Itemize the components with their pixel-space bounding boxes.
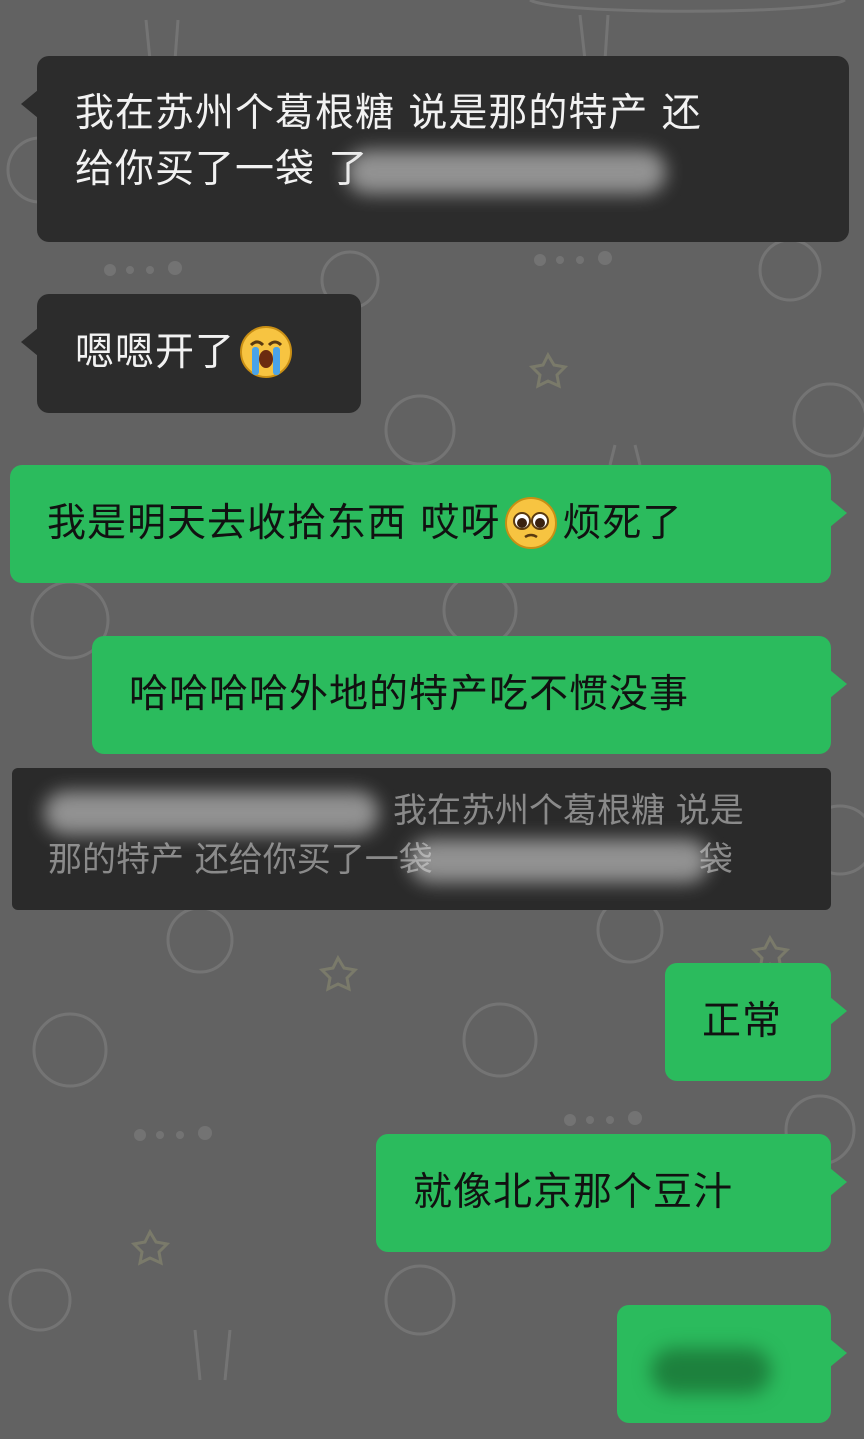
- message-text: 正常: [702, 999, 783, 1044]
- redacted-text-blur: [651, 1347, 771, 1394]
- message-text: 烦死了: [562, 501, 683, 546]
- message-text-line: 给你买了一袋 了: [75, 142, 849, 198]
- outgoing-message-bubble[interactable]: 哈哈哈哈外地的特产吃不惯没事: [92, 636, 847, 754]
- outgoing-message-bubble[interactable]: 正常: [665, 963, 847, 1081]
- redacted-text-blur: [346, 149, 667, 194]
- message-text: 哈哈哈哈外地的特产吃不惯没事: [129, 672, 690, 717]
- quote-line: 那的特产 还给你买了一袋袋: [12, 837, 831, 883]
- incoming-message-bubble[interactable]: 我在苏州个葛根糖 说是那的特产 还 给你买了一袋 了: [21, 56, 849, 242]
- quote-text: 我在苏州个葛根糖 说是: [393, 791, 744, 831]
- message-text: 我是明天去收拾东西 哎呀: [47, 501, 501, 546]
- redacted-text-blur: [44, 790, 379, 835]
- outgoing-message-bubble[interactable]: 就像北京那个豆汁: [376, 1134, 847, 1252]
- incoming-message-bubble[interactable]: 嗯嗯开了: [21, 294, 361, 413]
- loudly-crying-face-icon: [240, 325, 293, 378]
- quoted-message-reference[interactable]: 我在苏州个葛根糖 说是 那的特产 还给你买了一袋袋: [12, 768, 831, 910]
- pleading-face-icon: [505, 496, 558, 549]
- message-text-fragment: 给你买了一袋: [75, 147, 329, 192]
- outgoing-message-bubble[interactable]: 我是明天去收拾东西 哎呀 烦死了: [10, 465, 847, 583]
- quote-line: 我在苏州个葛根糖 说是: [12, 788, 831, 835]
- outgoing-message-bubble[interactable]: [617, 1305, 847, 1423]
- redacted-text-blur: [408, 839, 709, 883]
- message-text-line: 我在苏州个葛根糖 说是那的特产 还: [75, 91, 702, 136]
- message-text: 嗯嗯开了: [75, 330, 236, 375]
- quote-text: 那的特产 还给你买了一袋: [48, 839, 433, 880]
- message-text: 就像北京那个豆汁: [413, 1170, 734, 1215]
